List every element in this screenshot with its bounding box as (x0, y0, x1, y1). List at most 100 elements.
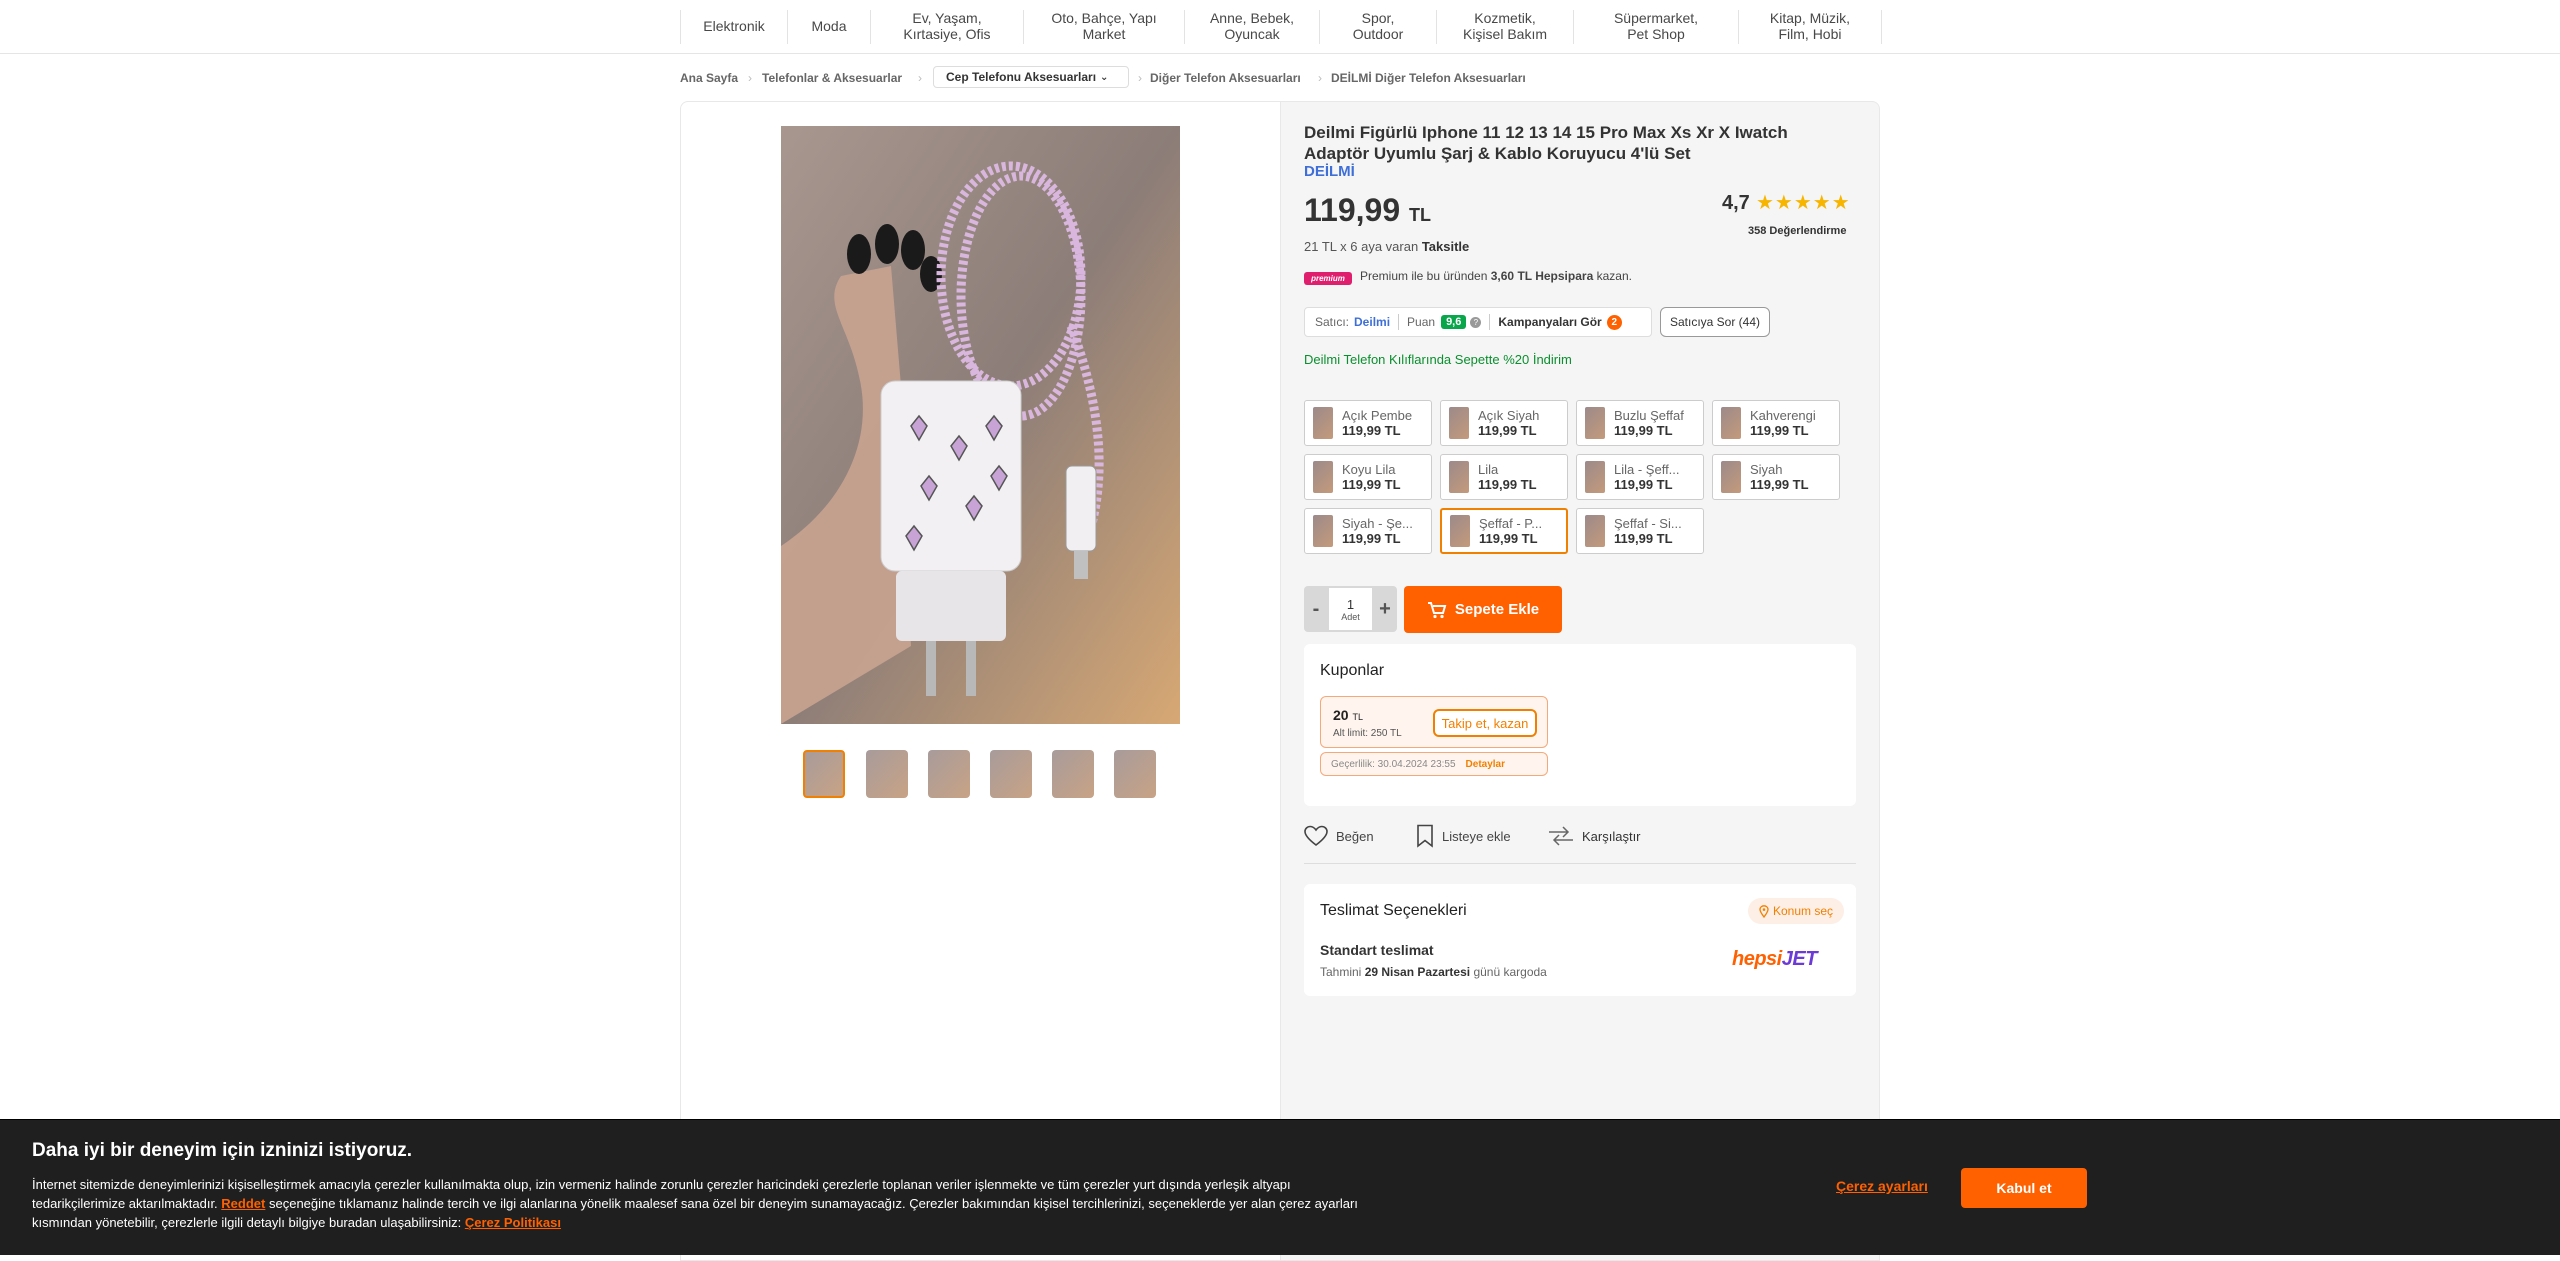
quantity-increase-button[interactable]: + (1373, 586, 1397, 632)
breadcrumb-level3[interactable]: Diğer Telefon Aksesuarları (1150, 68, 1301, 88)
nav-item-moda[interactable]: Moda (788, 0, 870, 52)
cookie-reject-link[interactable]: Reddet (221, 1196, 265, 1211)
variant-text: Açık Pembe 119,99 TL (1342, 408, 1412, 438)
variant-thumbnail (1721, 407, 1741, 439)
divider (1489, 314, 1491, 330)
variant-text: Buzlu Şeffaf 119,99 TL (1614, 408, 1684, 438)
variant-option[interactable]: Koyu Lila 119,99 TL (1304, 454, 1432, 500)
product-thumbnail[interactable] (928, 750, 970, 798)
compare-button[interactable]: Karşılaştır (1548, 820, 1641, 852)
hepsijet-logo: hepsiJET (1732, 948, 1817, 971)
coupon-limit: Alt limit: 250 TL (1333, 728, 1402, 739)
variant-text: Siyah - Şe... 119,99 TL (1342, 516, 1413, 546)
product-brand-link[interactable]: DEİLMİ (1304, 163, 1355, 180)
seller-name-link[interactable]: Deilmi (1354, 315, 1390, 329)
nav-item-oto-bahce[interactable]: Oto, Bahçe, Yapı Market (1024, 0, 1184, 52)
installment-text: 21 TL x 6 aya varan (1304, 239, 1419, 254)
coupon-details-link[interactable]: Detaylar (1466, 759, 1505, 770)
variant-name: Koyu Lila (1342, 462, 1396, 477)
accept-cookies-button[interactable]: Kabul et (1961, 1168, 2087, 1208)
breadcrumb-category-dropdown[interactable]: Cep Telefonu Aksesuarları ⌄ (933, 66, 1129, 88)
breadcrumb-separator: › (1138, 71, 1142, 85)
follow-and-earn-button[interactable]: Takip et, kazan (1433, 709, 1537, 737)
product-thumbnail[interactable] (866, 750, 908, 798)
variant-option[interactable]: Siyah 119,99 TL (1712, 454, 1840, 500)
variant-option[interactable]: Lila 119,99 TL (1440, 454, 1568, 500)
variant-price: 119,99 TL (1750, 423, 1809, 438)
variant-option[interactable]: Şeffaf - Si... 119,99 TL (1576, 508, 1704, 554)
price-currency: TL (1409, 205, 1431, 225)
category-nav: Elektronik Moda Ev, Yaşam, Kırtasiye, Of… (0, 0, 2560, 54)
coupons-section: Kuponlar 20 TL Alt limit: 250 TL Takip e… (1304, 644, 1856, 806)
variant-option[interactable]: Lila - Şeff... 119,99 TL (1576, 454, 1704, 500)
coupon-footer: Geçerlilik: 30.04.2024 23:55 Detaylar (1320, 752, 1548, 776)
variant-price: 119,99 TL (1614, 531, 1673, 546)
campaigns-link[interactable]: Kampanyaları Gör (1498, 315, 1601, 329)
breadcrumb-level1[interactable]: Telefonlar & Aksesuarlar (762, 68, 902, 88)
premium-text-suffix: kazan. (1596, 269, 1632, 283)
variant-option[interactable]: Açık Pembe 119,99 TL (1304, 400, 1432, 446)
variant-price: 119,99 TL (1750, 477, 1809, 492)
variant-option[interactable]: Siyah - Şe... 119,99 TL (1304, 508, 1432, 554)
breadcrumb-home[interactable]: Ana Sayfa (680, 68, 738, 88)
product-main-image[interactable] (781, 126, 1180, 724)
cookie-policy-link[interactable]: Çerez Politikası (465, 1215, 561, 1230)
chevron-down-icon: ⌄ (1100, 71, 1109, 83)
nav-item-kozmetik[interactable]: Kozmetik, Kişisel Bakım (1437, 0, 1573, 52)
nav-item-spor[interactable]: Spor, Outdoor (1320, 0, 1436, 52)
compare-label: Karşılaştır (1582, 828, 1641, 844)
campaigns-count-badge: 2 (1606, 314, 1622, 330)
installment-label: Taksitle (1421, 239, 1470, 254)
installment-info: 21 TL x 6 aya varan Taksitle (1304, 239, 1469, 254)
variant-thumbnail (1313, 515, 1333, 547)
variant-name: Şeffaf - P... (1479, 516, 1543, 531)
variant-thumbnail (1313, 461, 1333, 493)
quantity-unit: Adet (1341, 611, 1360, 622)
variant-name: Siyah (1750, 462, 1783, 477)
variant-thumbnail (1585, 461, 1605, 493)
variant-text: Lila - Şeff... 119,99 TL (1614, 462, 1680, 492)
ask-seller-button[interactable]: Satıcıya Sor (44) (1660, 307, 1770, 337)
product-thumbnail[interactable] (803, 750, 845, 798)
seller-score-label: Puan (1407, 315, 1436, 329)
variant-option[interactable]: Açık Siyah 119,99 TL (1440, 400, 1568, 446)
nav-item-ev-yasam[interactable]: Ev, Yaşam, Kırtasiye, Ofis (871, 0, 1023, 52)
product-title: Deilmi Figürlü Iphone 11 12 13 14 15 Pro… (1304, 123, 1788, 163)
coupon-amount: 20 TL (1333, 707, 1363, 723)
nav-item-kitap-muzik[interactable]: Kitap, Müzik, Film, Hobi (1739, 0, 1881, 52)
variant-option[interactable]: Buzlu Şeffaf 119,99 TL (1576, 400, 1704, 446)
add-to-list-button[interactable]: Listeye ekle (1416, 820, 1511, 852)
cookie-settings-link[interactable]: Çerez ayarları (1836, 1178, 1928, 1194)
nav-item-supermarket[interactable]: Süpermarket, Pet Shop (1574, 0, 1738, 52)
variant-text: Lila 119,99 TL (1478, 462, 1537, 492)
product-thumbnail[interactable] (990, 750, 1032, 798)
seller-score-badge: 9,6 (1441, 315, 1467, 329)
quantity-decrease-button[interactable]: - (1304, 586, 1328, 632)
variant-thumbnail (1450, 515, 1470, 547)
variant-option-selected[interactable]: Şeffaf - P... 119,99 TL (1440, 508, 1568, 554)
seller-label: Satıcı: (1315, 315, 1350, 329)
nav-item-anne-bebek[interactable]: Anne, Bebek, Oyuncak (1185, 0, 1319, 52)
product-thumbnail[interactable] (1052, 750, 1094, 798)
premium-text-prefix: Premium ile bu üründen (1360, 269, 1488, 283)
like-button[interactable]: Beğen (1304, 820, 1374, 852)
variant-text: Şeffaf - P... 119,99 TL (1479, 516, 1542, 546)
breadcrumb-level4[interactable]: DEİLMİ Diğer Telefon Aksesuarları (1331, 68, 1526, 88)
coupon-currency: TL (1352, 712, 1363, 722)
add-to-cart-button[interactable]: Sepete Ekle (1404, 586, 1562, 633)
variant-name: Lila - Şeff... (1614, 462, 1680, 477)
price-value: 119,99 (1304, 192, 1401, 228)
variant-price: 119,99 TL (1342, 477, 1401, 492)
reviews-count-link[interactable]: 358 Değerlendirme (1748, 225, 1846, 237)
variant-price: 119,99 TL (1342, 423, 1401, 438)
seller-box: Satıcı: Deilmi Puan 9,6 ? Kampanyaları G… (1304, 307, 1652, 337)
select-location-button[interactable]: Konum seç (1748, 898, 1844, 924)
question-icon[interactable]: ? (1470, 316, 1482, 328)
variant-option[interactable]: Kahverengi 119,99 TL (1712, 400, 1840, 446)
quantity-stepper: - 1 Adet + (1304, 586, 1397, 632)
product-thumbnail[interactable] (1114, 750, 1156, 798)
quantity-value[interactable]: 1 Adet (1329, 588, 1372, 630)
premium-amount: 3,60 TL Hepsipara (1490, 269, 1594, 283)
nav-item-elektronik[interactable]: Elektronik (681, 0, 787, 52)
campaign-link[interactable]: Deilmi Telefon Kılıflarında Sepette %20 … (1304, 352, 1572, 367)
